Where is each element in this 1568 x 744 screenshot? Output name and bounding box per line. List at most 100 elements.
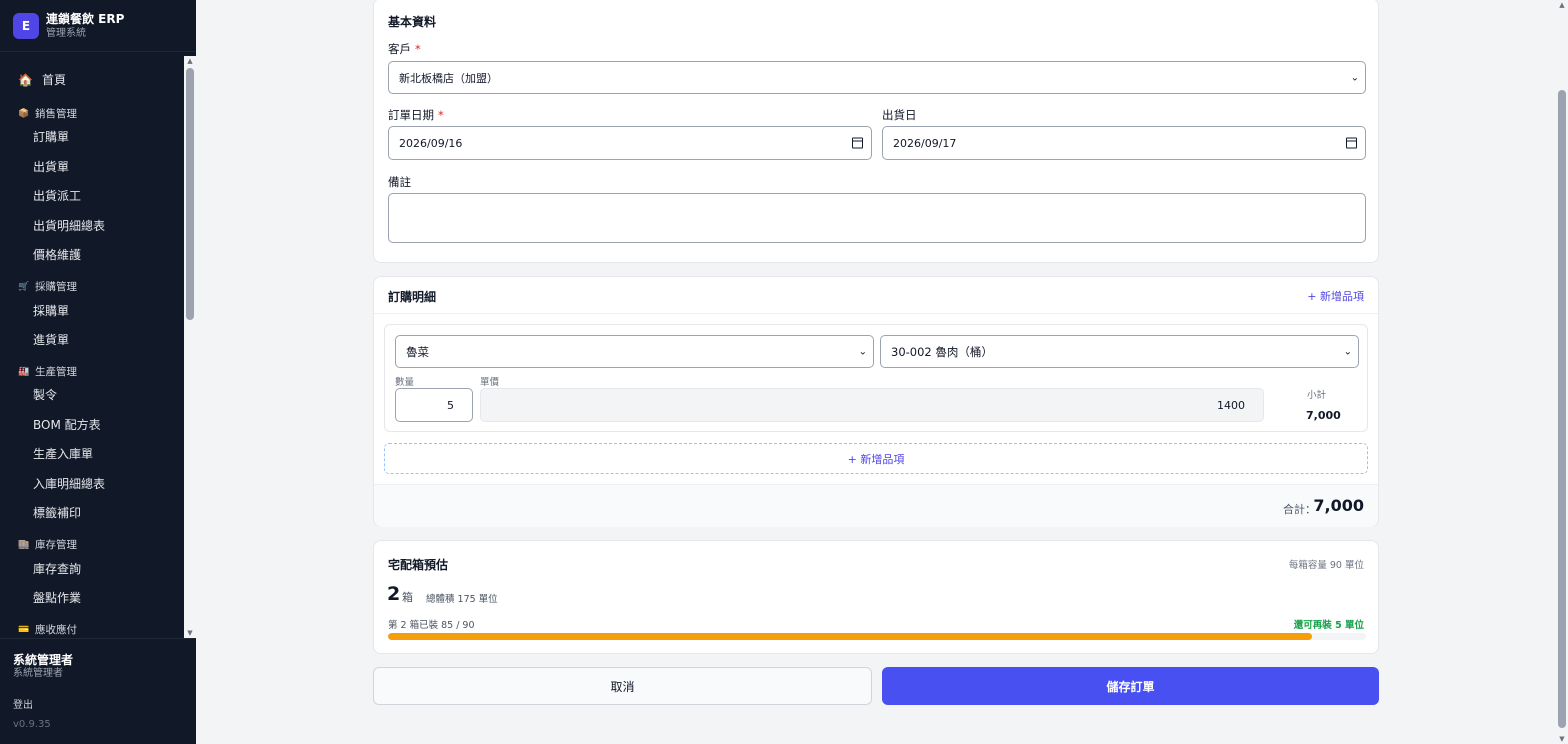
card-icon: 💳 <box>18 625 30 635</box>
add-item-button[interactable]: + 新增品項 <box>384 443 1368 474</box>
basic-info-card: 基本資料 客戶 * 新北板橋店（加盟） ⌄ 訂單日期 * 2026/09/16 出貨… <box>373 0 1379 263</box>
order-details-card: 訂購明細 + 新增品項 魯菜 ⌄ 30-002 魯肉（桶） ⌄ 數量 5 單價 … <box>373 276 1379 527</box>
sidebar-item-procurement[interactable]: 採購單 <box>33 303 184 319</box>
box-count: 2 <box>387 583 401 605</box>
qty-input[interactable]: 5 <box>395 388 473 422</box>
sidebar-item-bom[interactable]: BOM 配方表 <box>33 417 184 433</box>
brand-title: 連鎖餐飲 ERP <box>46 11 125 26</box>
box-estimate-title: 宅配箱預估 <box>388 558 449 572</box>
order-date-input[interactable]: 2026/09/16 <box>388 126 872 160</box>
basic-info-title: 基本資料 <box>388 15 437 29</box>
user-panel: 系統管理者 系統管理者 登出 v0.9.35 <box>0 638 196 744</box>
calendar-icon[interactable] <box>1346 137 1357 149</box>
box-progress-text: 第 2 箱已裝 85 / 90 <box>388 620 475 631</box>
warehouse-icon: 🏬 <box>18 540 30 550</box>
sidebar-item-dispatch[interactable]: 出貨派工 <box>33 188 184 204</box>
page-scrollbar[interactable]: ▲ ▼ <box>1556 0 1568 744</box>
customer-select-value: 新北板橋店（加盟） <box>399 71 498 85</box>
box-estimate-card: 宅配箱預估 每箱容量 90 單位 2 箱 總體積 175 單位 第 2 箱已裝 … <box>373 540 1379 654</box>
add-item-link-top[interactable]: + 新增品項 <box>1307 288 1364 304</box>
sidebar-item-home[interactable]: 🏠 首頁 <box>18 72 184 88</box>
sidebar-item-purchase-order[interactable]: 訂購單 <box>33 129 184 145</box>
chevron-down-icon: ⌄ <box>858 346 867 357</box>
subtotal-value: 7,000 <box>1306 409 1341 422</box>
ship-date-input[interactable]: 2026/09/17 <box>882 126 1366 160</box>
scroll-down-icon[interactable]: ▼ <box>186 629 194 637</box>
order-details-title: 訂購明細 <box>388 290 437 304</box>
capacity-note: 每箱容量 90 單位 <box>1288 560 1364 571</box>
sidebar-item-shipment[interactable]: 出貨單 <box>33 159 184 175</box>
category-select-value: 魯菜 <box>406 344 429 359</box>
scrollbar-thumb[interactable] <box>1558 90 1566 728</box>
scroll-down-icon[interactable]: ▼ <box>1558 735 1566 743</box>
sidebar-item-receiving[interactable]: 進貨單 <box>33 332 184 348</box>
sidebar-item-stock-query[interactable]: 庫存查詢 <box>33 561 184 577</box>
scroll-up-icon[interactable]: ▲ <box>186 57 194 65</box>
sidebar-nav: 🏠 首頁 📦 銷售管理 訂購單 出貨單 出貨派工 出貨明細總表 價格維護 🛒 採… <box>0 56 184 638</box>
brand: E 連鎖餐飲 ERP 管理系統 <box>0 0 196 52</box>
sidebar-item-label: 首頁 <box>42 73 67 87</box>
total-label: 合計： <box>1283 503 1316 516</box>
calendar-icon[interactable] <box>852 137 863 149</box>
box-unit: 箱 <box>402 591 413 604</box>
price-input[interactable]: 1400 <box>480 388 1264 422</box>
note-label: 備註 <box>388 175 411 189</box>
logout-link[interactable]: 登出 <box>13 696 33 711</box>
box-progress-bar <box>388 633 1366 640</box>
price-label: 單價 <box>480 377 500 388</box>
category-select[interactable]: 魯菜 ⌄ <box>395 335 874 368</box>
chevron-down-icon: ⌄ <box>1343 346 1352 357</box>
sidebar: E 連鎖餐飲 ERP 管理系統 🏠 首頁 📦 銷售管理 訂購單 出貨單 出貨派工… <box>0 0 196 744</box>
sidebar-item-work-order[interactable]: 製令 <box>33 387 184 403</box>
factory-icon: 🏭 <box>18 367 30 377</box>
cart-icon: 🛒 <box>18 282 30 292</box>
sidebar-group-label: 採購管理 <box>35 281 77 293</box>
chevron-down-icon: ⌄ <box>1350 72 1359 83</box>
cancel-button[interactable]: 取消 <box>373 667 872 705</box>
sidebar-item-production-receipt[interactable]: 生產入庫單 <box>33 446 184 462</box>
customer-select[interactable]: 新北板橋店（加盟） ⌄ <box>388 61 1366 94</box>
remaining-capacity-text: 還可再裝 5 單位 <box>1293 620 1364 631</box>
total-bar: 合計： 7,000 <box>374 484 1378 527</box>
divider <box>374 313 1378 314</box>
product-select-value: 30-002 魯肉（桶） <box>891 344 993 359</box>
sidebar-group-label: 生產管理 <box>35 366 77 378</box>
ship-date-label: 出貨日 <box>882 108 917 122</box>
sidebar-group-label: 應收應付 <box>35 624 77 636</box>
box-icon: 📦 <box>18 109 30 119</box>
order-date-value: 2026/09/16 <box>399 136 463 150</box>
customer-label: 客戶 * <box>388 42 421 56</box>
product-select[interactable]: 30-002 魯肉（桶） ⌄ <box>880 335 1359 368</box>
sidebar-group-production[interactable]: 🏭 生產管理 <box>18 364 184 380</box>
order-date-label: 訂單日期 * <box>388 108 444 122</box>
sidebar-item-shipment-summary[interactable]: 出貨明細總表 <box>33 218 184 234</box>
ship-date-value: 2026/09/17 <box>893 136 957 150</box>
sidebar-item-label-reprint[interactable]: 標籤補印 <box>33 505 184 521</box>
sidebar-item-stocktake[interactable]: 盤點作業 <box>33 590 184 606</box>
line-item: 魯菜 ⌄ 30-002 魯肉（桶） ⌄ 數量 5 單價 1400 小計 7,00… <box>384 324 1368 432</box>
box-progress-fill <box>388 633 1312 640</box>
scrollbar-thumb[interactable] <box>186 68 194 320</box>
note-textarea[interactable] <box>388 193 1366 243</box>
sidebar-group-inventory[interactable]: 🏬 庫存管理 <box>18 537 184 553</box>
total-volume: 總體積 175 單位 <box>426 594 498 605</box>
save-order-button[interactable]: 儲存訂單 <box>882 667 1379 705</box>
sidebar-group-sales[interactable]: 📦 銷售管理 <box>18 106 184 122</box>
sidebar-group-label: 銷售管理 <box>35 108 77 120</box>
sidebar-item-pricing[interactable]: 價格維護 <box>33 247 184 263</box>
user-name: 系統管理者 <box>13 653 74 667</box>
subtotal-label: 小計 <box>1307 390 1327 401</box>
brand-logo: E <box>13 12 39 39</box>
sidebar-group-purchase[interactable]: 🛒 採購管理 <box>18 279 184 295</box>
app-version: v0.9.35 <box>13 719 51 730</box>
sidebar-item-receipt-summary[interactable]: 入庫明細總表 <box>33 476 184 492</box>
sidebar-group-label: 庫存管理 <box>35 539 77 551</box>
brand-subtitle: 管理系統 <box>46 27 86 39</box>
user-role: 系統管理者 <box>13 668 63 679</box>
qty-label: 數量 <box>395 377 415 388</box>
sidebar-scrollbar[interactable]: ▲ ▼ <box>184 56 196 638</box>
sidebar-group-ar-ap[interactable]: 💳 應收應付 <box>18 622 184 638</box>
home-icon: 🏠 <box>18 73 33 87</box>
scroll-up-icon[interactable]: ▲ <box>1558 1 1566 9</box>
total-value: 7,000 <box>1313 496 1364 515</box>
